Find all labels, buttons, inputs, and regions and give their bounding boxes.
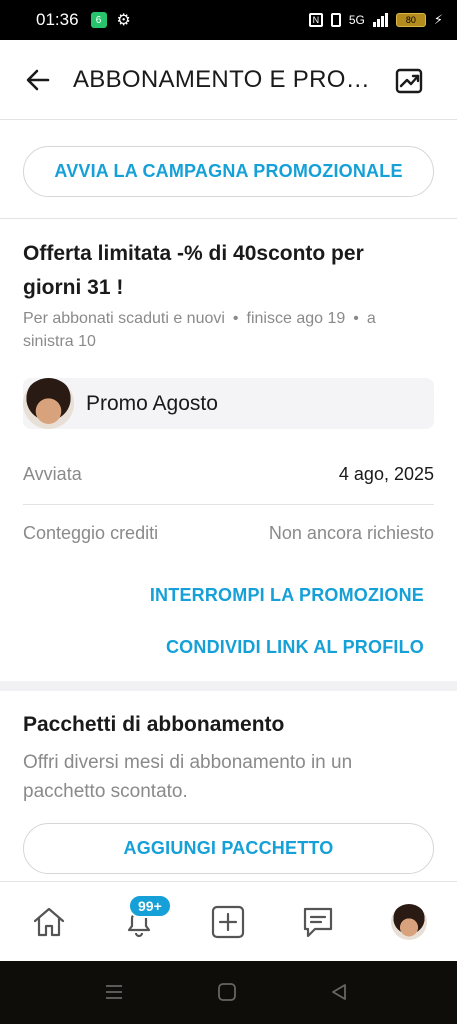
section-divider — [0, 681, 457, 691]
menu-icon[interactable] — [103, 981, 125, 1003]
nfc-icon: N — [308, 13, 323, 27]
gear-icon: ⚙ — [116, 12, 131, 29]
offer-audience: Per abbonati scaduti e nuovi — [23, 310, 225, 327]
home-button-icon[interactable] — [216, 981, 238, 1003]
offer-meta: Per abbonati scaduti e nuovi • finisce ago… — [23, 307, 423, 353]
vibrate-icon — [330, 13, 341, 27]
chat-icon[interactable] — [300, 904, 336, 940]
promo-name: Promo Agosto — [86, 391, 218, 415]
divider — [0, 218, 457, 219]
bottom-nav: 99+ — [0, 881, 457, 961]
profile-avatar[interactable] — [391, 904, 427, 940]
app-header: ABBONAMENTO E PRO… — [0, 40, 457, 120]
bundles-title: Pacchetti di abbonamento — [23, 713, 285, 736]
offer-title: Offerta limitata -% di 40sconto per gior… — [23, 242, 364, 299]
started-value: 4 ago, 2025 — [338, 464, 434, 484]
system-nav-bar — [0, 961, 457, 1024]
app-notification-icon: 6 — [90, 12, 107, 28]
started-label: Avviata — [23, 464, 82, 484]
charging-icon: ⚡ — [433, 12, 443, 27]
home-icon[interactable] — [31, 904, 67, 940]
page-title: ABBONAMENTO E PRO… — [73, 66, 371, 93]
credits-label: Conteggio crediti — [23, 523, 159, 543]
meta-separator: • — [232, 310, 239, 327]
promo-chip[interactable]: Promo Agosto — [23, 378, 434, 429]
back-arrow-icon[interactable] — [22, 64, 54, 96]
network-label: 5G — [348, 13, 365, 27]
meta-separator: • — [353, 310, 359, 327]
signal-icon — [372, 13, 388, 27]
share-profile-link-button[interactable]: CONDIVIDI LINK AL PROFILO — [166, 637, 424, 658]
plus-square-icon[interactable] — [210, 904, 246, 940]
divider — [23, 504, 434, 505]
start-campaign-button[interactable]: AVVIA LA CAMPAGNA PROMOZIONALE — [23, 146, 434, 197]
back-button-icon[interactable] — [328, 981, 350, 1003]
statistics-icon[interactable] — [394, 66, 424, 96]
notifications-badge: 99+ — [128, 894, 172, 918]
stop-promotion-button[interactable]: INTERROMPI LA PROMOZIONE — [150, 585, 424, 606]
add-bundle-button[interactable]: AGGIUNGI PACCHETTO — [23, 823, 434, 874]
offer-end-date: finisce ago 19 — [246, 310, 346, 327]
status-time: 01:36 — [36, 10, 79, 29]
credits-value: Non ancora richiesto — [268, 523, 434, 543]
battery-icon: 80 — [395, 13, 426, 27]
status-icons: N 5G 80 ⚡ — [308, 12, 443, 28]
credits-row: Conteggio crediti Non ancora richiesto — [23, 523, 434, 544]
status-bar: 01:36 6 ⚙ N 5G 80 ⚡ — [0, 0, 457, 40]
avatar — [23, 378, 74, 429]
bundles-description: Offri diversi mesi di abbonamento in un … — [23, 752, 353, 802]
main-content[interactable]: AVVIA LA CAMPAGNA PROMOZIONALE Offerta l… — [0, 121, 457, 881]
started-row: Avviata 4 ago, 2025 — [23, 464, 434, 485]
